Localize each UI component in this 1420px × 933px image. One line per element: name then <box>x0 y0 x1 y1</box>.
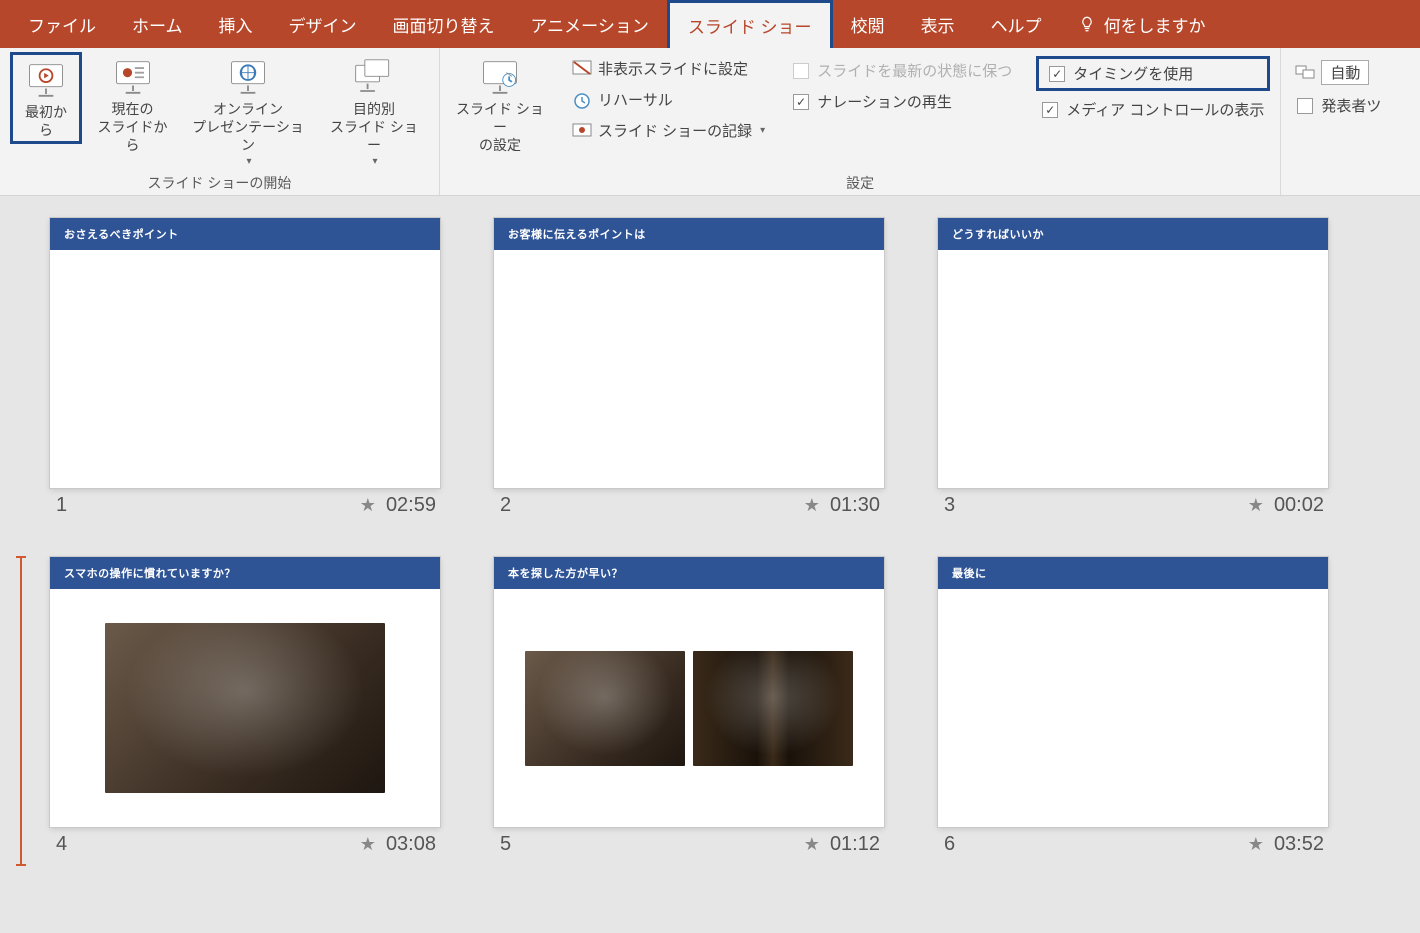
slide-title: おさえるべきポイント <box>50 218 440 250</box>
tab-animations[interactable]: アニメーション <box>513 0 667 48</box>
slide-time: 03:08 <box>386 833 436 856</box>
setup-slideshow-button[interactable]: スライド ショー の設定 <box>450 52 550 157</box>
keep-updated-checkbox: スライドを最新の状態に保つ <box>787 58 1018 83</box>
slide-title: 最後に <box>938 557 1328 589</box>
star-icon: ★ <box>360 834 376 855</box>
group-setup-label: 設定 <box>450 171 1270 193</box>
from-beginning-label: 最初から <box>19 103 73 139</box>
star-icon: ★ <box>1248 495 1264 516</box>
tell-me-label: 何をしますか <box>1104 12 1206 37</box>
slide-thumbnail[interactable]: どうすればいいか 3 ★ 00:02 <box>938 218 1328 517</box>
media-controls-checkbox[interactable]: ✓ メディア コントロールの表示 <box>1036 97 1270 122</box>
slide-image <box>525 651 685 766</box>
rehearse-icon <box>572 91 592 109</box>
slide-time: 02:59 <box>386 494 436 517</box>
slide-time: 01:30 <box>830 494 880 517</box>
hide-slide-button[interactable]: 非表示スライドに設定 <box>568 56 769 81</box>
tab-slideshow[interactable]: スライド ショー <box>667 0 833 48</box>
tab-home[interactable]: ホーム <box>114 0 201 48</box>
checkbox-icon <box>1297 98 1313 114</box>
from-beginning-button[interactable]: 最初から <box>10 52 82 144</box>
star-icon: ★ <box>1248 834 1264 855</box>
tab-design[interactable]: デザイン <box>271 0 375 48</box>
slide-time: 03:52 <box>1274 833 1324 856</box>
slide-sorter[interactable]: おさえるべきポイント 1 ★ 02:59 お客様に伝えるポイントは 2 ★ 01:3… <box>0 196 1420 870</box>
star-icon: ★ <box>360 495 376 516</box>
tab-insert[interactable]: 挿入 <box>201 0 271 48</box>
ribbon: 最初から 現在の スライドから オンライン プレゼンテーション▾ 目的別 スライ… <box>0 48 1420 196</box>
ribbon-tabs: ファイル ホーム 挿入 デザイン 画面切り替え アニメーション スライド ショー… <box>0 0 1420 48</box>
slide-time: 00:02 <box>1274 494 1324 517</box>
record-icon <box>572 122 592 140</box>
custom-slideshow-label: 目的別 スライド ショー <box>325 100 423 155</box>
chevron-down-icon: ▾ <box>246 155 251 168</box>
from-beginning-icon <box>24 59 68 99</box>
slide-title: どうすればいいか <box>938 218 1328 250</box>
play-narration-checkbox[interactable]: ✓ ナレーションの再生 <box>787 89 1018 114</box>
group-start-label: スライド ショーの開始 <box>10 171 429 193</box>
from-current-label: 現在の スライドから <box>94 100 171 155</box>
tab-file[interactable]: ファイル <box>10 0 114 48</box>
checkbox-icon: ✓ <box>1042 102 1058 118</box>
slide-image <box>105 623 385 793</box>
presenter-view-checkbox[interactable]: 発表者ツ <box>1291 93 1387 118</box>
tab-review[interactable]: 校閲 <box>833 0 903 48</box>
tab-help[interactable]: ヘルプ <box>973 0 1060 48</box>
chevron-down-icon: ▾ <box>372 155 377 168</box>
monitor-select[interactable]: 自動 <box>1291 58 1387 87</box>
present-online-label: オンライン プレゼンテーション <box>189 100 307 155</box>
setup-small-commands: 非表示スライドに設定 リハーサル スライド ショーの記録 ▾ <box>568 52 769 143</box>
from-current-icon <box>111 56 155 96</box>
slide-number: 2 <box>500 494 511 517</box>
slide-thumbnail[interactable]: スマホの操作に慣れていますか？ 4 ★ 03:08 <box>50 557 440 856</box>
setup-checkboxes-right: ✓ タイミングを使用 ✓ メディア コントロールの表示 <box>1036 52 1270 122</box>
tell-me-search[interactable]: 何をしますか <box>1060 12 1224 37</box>
slide-time: 01:12 <box>830 833 880 856</box>
slide-title: お客様に伝えるポイントは <box>494 218 884 250</box>
setup-slideshow-icon <box>478 56 522 96</box>
rehearse-button[interactable]: リハーサル <box>568 87 769 112</box>
slide-image <box>693 651 853 766</box>
star-icon: ★ <box>804 834 820 855</box>
checkbox-icon <box>793 63 809 79</box>
slide-number: 6 <box>944 833 955 856</box>
setup-checkboxes-left: スライドを最新の状態に保つ ✓ ナレーションの再生 <box>787 52 1018 114</box>
slide-number: 1 <box>56 494 67 517</box>
hide-slide-icon <box>572 60 592 78</box>
slide-title: 本を探した方が早い？ <box>494 557 884 589</box>
slide-thumbnail[interactable]: 本を探した方が早い？ 5 ★ 01:12 <box>494 557 884 856</box>
monitor-icon <box>1295 64 1315 82</box>
group-setup: スライド ショー の設定 非表示スライドに設定 リハーサル スライド ショーの記… <box>440 48 1281 195</box>
record-slideshow-button[interactable]: スライド ショーの記録 ▾ <box>568 118 769 143</box>
slide-title: スマホの操作に慣れていますか？ <box>50 557 440 589</box>
star-icon: ★ <box>804 495 820 516</box>
setup-slideshow-label: スライド ショー の設定 <box>456 100 544 155</box>
custom-slideshow-button[interactable]: 目的別 スライド ショー▾ <box>319 52 429 170</box>
present-online-icon <box>226 56 270 96</box>
slide-thumbnail[interactable]: 最後に 6 ★ 03:52 <box>938 557 1328 856</box>
slide-number: 3 <box>944 494 955 517</box>
checkbox-icon: ✓ <box>793 94 809 110</box>
from-current-button[interactable]: 現在の スライドから <box>88 52 177 157</box>
slide-number: 4 <box>56 833 67 856</box>
slide-thumbnail[interactable]: お客様に伝えるポイントは 2 ★ 01:30 <box>494 218 884 517</box>
use-timings-checkbox[interactable]: ✓ タイミングを使用 <box>1036 56 1270 91</box>
custom-slideshow-icon <box>352 56 396 96</box>
insertion-marker <box>20 556 22 866</box>
present-online-button[interactable]: オンライン プレゼンテーション▾ <box>183 52 313 170</box>
lightbulb-icon <box>1078 15 1096 33</box>
group-monitor: 自動 発表者ツ <box>1281 48 1420 195</box>
slide-thumbnail[interactable]: おさえるべきポイント 1 ★ 02:59 <box>50 218 440 517</box>
checkbox-icon: ✓ <box>1049 66 1065 82</box>
slide-number: 5 <box>500 833 511 856</box>
group-start-slideshow: 最初から 現在の スライドから オンライン プレゼンテーション▾ 目的別 スライ… <box>0 48 440 195</box>
tab-view[interactable]: 表示 <box>903 0 973 48</box>
tab-transitions[interactable]: 画面切り替え <box>375 0 513 48</box>
chevron-down-icon: ▾ <box>760 125 765 136</box>
